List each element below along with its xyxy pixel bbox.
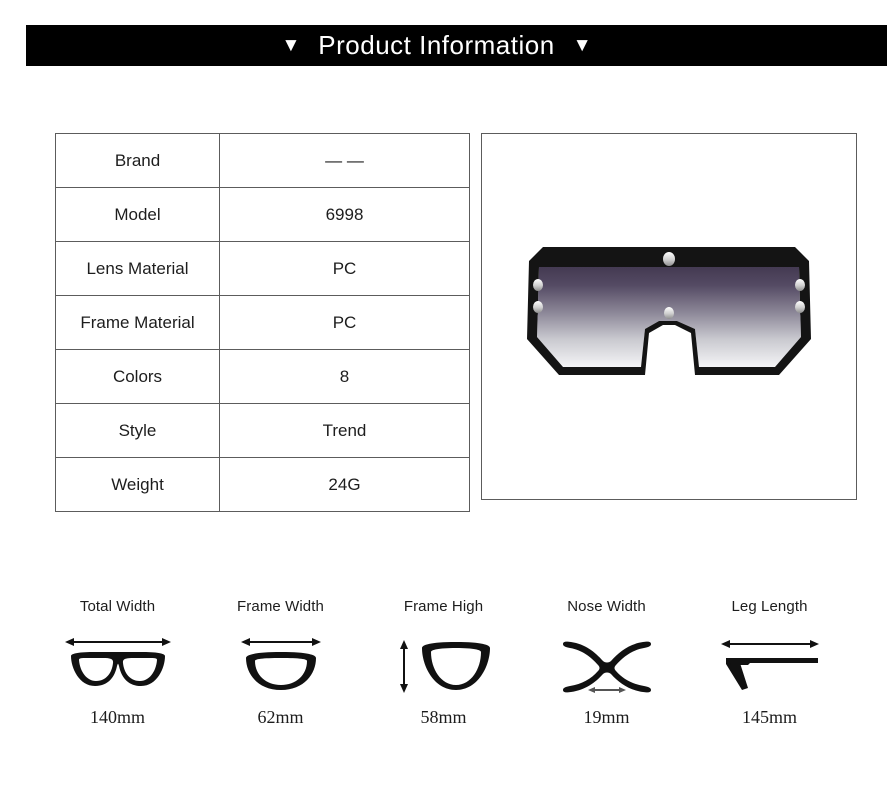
- measurement-value: 145mm: [741, 707, 797, 727]
- measurement-frame-width: Frame Width 62mm: [199, 598, 362, 728]
- nose-bridge-icon: [559, 629, 655, 701]
- full-frame-width-icon: [63, 629, 173, 701]
- spec-value: 24G: [219, 457, 470, 512]
- spec-value: Trend: [219, 403, 470, 458]
- measurement-value: 62mm: [257, 707, 304, 727]
- measurement-label: Nose Width: [567, 598, 646, 615]
- spec-key: Style: [55, 403, 220, 458]
- measurement-value: 140mm: [89, 707, 145, 727]
- lens-height-icon: [394, 629, 494, 701]
- measurement-label: Frame Width: [237, 598, 324, 615]
- spec-value: 8: [219, 349, 470, 404]
- triangle-down-left-icon: ▼: [281, 35, 301, 56]
- measurement-leg-length: Leg Length 145mm: [688, 598, 851, 728]
- temple-arm-icon: [718, 629, 822, 701]
- measurement-frame-high: Frame High 58mm: [362, 598, 525, 728]
- product-information-header: ▼ Product Information ▼: [26, 25, 887, 66]
- spec-key: Colors: [55, 349, 220, 404]
- spec-key: Weight: [55, 457, 220, 512]
- specification-table: Brand — — Model 6998 Lens Material PC Fr…: [55, 133, 470, 512]
- spec-table-body: Brand — — Model 6998 Lens Material PC Fr…: [55, 133, 470, 512]
- spec-value: — —: [219, 133, 470, 188]
- spec-key: Frame Material: [55, 295, 220, 350]
- page-title: Product Information: [318, 30, 555, 60]
- table-row: Style Trend: [55, 403, 470, 458]
- table-row: Lens Material PC: [55, 241, 470, 296]
- spec-key: Model: [55, 187, 220, 242]
- measurements-section: Total Width 140mm Frame Width 62mm Frame…: [36, 598, 851, 728]
- table-row: Colors 8: [55, 349, 470, 404]
- spec-value: PC: [219, 295, 470, 350]
- measurement-value: 19mm: [583, 707, 630, 727]
- table-row: Model 6998: [55, 187, 470, 242]
- spec-value: PC: [219, 241, 470, 296]
- sunglasses-photo: [499, 217, 839, 417]
- measurement-label: Frame High: [403, 598, 484, 615]
- sunglasses-illustration-icon: [527, 246, 811, 375]
- measurement-total-width: Total Width 140mm: [36, 598, 199, 728]
- spec-key: Brand: [55, 133, 220, 188]
- triangle-down-right-icon: ▼: [572, 35, 592, 56]
- spec-key: Lens Material: [55, 241, 220, 296]
- measurement-value: 58mm: [420, 707, 467, 727]
- measurement-label: Total Width: [79, 598, 156, 615]
- measurement-nose-width: Nose Width 19mm: [525, 598, 688, 728]
- lens-width-icon: [236, 629, 326, 701]
- measurement-label: Leg Length: [731, 598, 808, 615]
- table-row: Brand — —: [55, 133, 470, 188]
- spec-value: 6998: [219, 187, 470, 242]
- product-image-panel: [481, 133, 857, 500]
- table-row: Frame Material PC: [55, 295, 470, 350]
- table-row: Weight 24G: [55, 457, 470, 512]
